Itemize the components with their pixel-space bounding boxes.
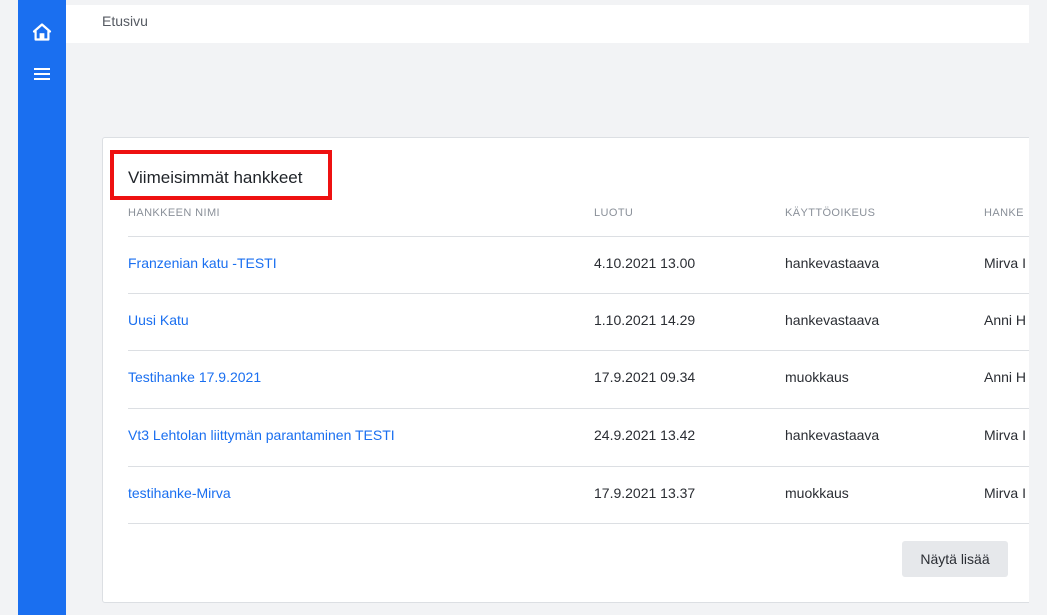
access-level: hankevastaava xyxy=(785,312,880,328)
created-date: 1.10.2021 14.29 xyxy=(594,312,696,328)
project-name-link[interactable]: testihanke-Mirva xyxy=(128,485,231,501)
project-name-link[interactable]: Vt3 Lehtolan liittymän parantaminen TEST… xyxy=(128,427,395,443)
column-header-access: KÄYTTÖOIKEUS xyxy=(785,207,876,219)
table-row: Franzenian katu -TESTI 4.10.2021 13.00 h… xyxy=(103,236,1043,293)
access-level: muokkaus xyxy=(785,369,849,385)
column-header-created: LUOTU xyxy=(594,207,634,219)
project-owner: Mirva I xyxy=(984,255,1026,271)
outer-margin xyxy=(0,0,18,615)
column-header-name: HANKKEEN NIMI xyxy=(128,207,220,219)
row-divider xyxy=(128,523,1043,524)
created-date: 17.9.2021 09.34 xyxy=(594,369,696,385)
show-more-button[interactable]: Näytä lisää xyxy=(902,541,1008,577)
access-level: hankevastaava xyxy=(785,255,880,271)
table-row: Uusi Katu 1.10.2021 14.29 hankevastaava … xyxy=(103,293,1043,350)
viewport-edge xyxy=(1029,0,1047,615)
column-header-owner: HANKE xyxy=(984,207,1024,219)
project-name-link[interactable]: Uusi Katu xyxy=(128,312,189,328)
table-row: Vt3 Lehtolan liittymän parantaminen TEST… xyxy=(103,408,1043,465)
access-level: muokkaus xyxy=(785,485,849,501)
top-bar: Etusivu xyxy=(66,5,1029,43)
card-title: Viimeisimmät hankkeet xyxy=(128,168,303,187)
recent-projects-card: Viimeisimmät hankkeet HANKKEEN NIMI LUOT… xyxy=(102,137,1043,603)
table-row: testihanke-Mirva 17.9.2021 13.37 muokkau… xyxy=(103,466,1043,523)
sidebar xyxy=(18,0,66,615)
access-level: hankevastaava xyxy=(785,427,880,443)
project-owner: Anni H xyxy=(984,369,1027,385)
created-date: 4.10.2021 13.00 xyxy=(594,255,696,271)
breadcrumb[interactable]: Etusivu xyxy=(102,13,148,29)
project-owner: Anni H xyxy=(984,312,1027,328)
created-date: 24.9.2021 13.42 xyxy=(594,427,696,443)
home-icon xyxy=(32,23,52,41)
project-name-link[interactable]: Testihanke 17.9.2021 xyxy=(128,369,261,385)
menu-icon xyxy=(34,68,50,80)
menu-button[interactable] xyxy=(18,56,66,92)
project-name-link[interactable]: Franzenian katu -TESTI xyxy=(128,255,277,271)
table-row: Testihanke 17.9.2021 17.9.2021 09.34 muo… xyxy=(103,350,1043,407)
home-button[interactable] xyxy=(18,14,66,50)
project-owner: Mirva I xyxy=(984,427,1026,443)
created-date: 17.9.2021 13.37 xyxy=(594,485,696,501)
project-owner: Mirva I xyxy=(984,485,1026,501)
